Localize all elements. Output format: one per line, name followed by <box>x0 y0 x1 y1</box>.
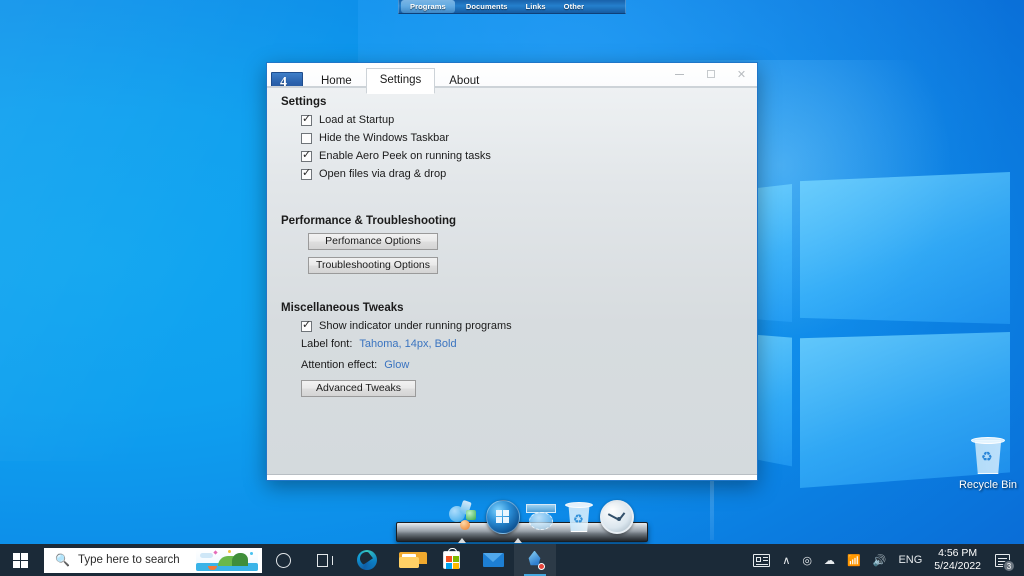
top-dock-bar[interactable]: Programs Documents Links Other <box>398 0 626 14</box>
clock-icon[interactable] <box>600 500 634 534</box>
window-bottom-edge <box>267 474 757 480</box>
label-font-value-link[interactable]: Tahoma, 14px, Bold <box>359 338 456 350</box>
checkbox-row-hide-taskbar[interactable]: Hide the Windows Taskbar <box>301 132 743 144</box>
search-illustration <box>196 549 258 571</box>
taskbar-item-file-explorer[interactable] <box>388 544 430 576</box>
microsoft-store-icon <box>442 548 460 569</box>
checkbox-aero-peek[interactable] <box>301 148 312 162</box>
clock[interactable]: 4:56 PM 5/24/2022 <box>928 547 991 573</box>
mail-icon <box>482 553 504 567</box>
file-explorer-icon <box>399 552 427 568</box>
checkbox-hide-taskbar[interactable] <box>301 132 312 144</box>
taskbar[interactable]: 🔍 Type here to search ∧ ◎ ☁ 📶 🔊 ENG 4:56… <box>0 544 1024 576</box>
cortana-icon <box>275 552 291 568</box>
news-and-interests-icon <box>753 553 771 567</box>
onedrive-icon[interactable]: ☁ <box>818 544 841 576</box>
desktop-icon-recycle-bin[interactable]: ♻ Recycle Bin <box>958 436 1018 491</box>
news-and-interests-button[interactable] <box>747 544 776 576</box>
attention-effect-key: Attention effect: <box>301 359 378 371</box>
recycle-bin-label: Recycle Bin <box>958 479 1018 491</box>
task-view-icon <box>316 553 334 567</box>
windows-logo-icon <box>12 552 28 568</box>
blue-sign-icon[interactable] <box>524 500 558 534</box>
top-dock-tab-other[interactable]: Other <box>555 0 594 13</box>
wifi-icon[interactable]: 📶 <box>841 544 867 576</box>
checkbox-show-indicator[interactable] <box>301 318 312 332</box>
camera-icon[interactable]: ◎ <box>796 544 818 576</box>
recycle-bin-icon: ♻ <box>969 436 1007 476</box>
top-dock-tab-programs[interactable]: Programs <box>401 0 455 13</box>
volume-icon[interactable]: 🔊 <box>867 544 893 576</box>
checkbox-label-aero-peek: Enable Aero Peek on running tasks <box>319 150 491 162</box>
search-placeholder: Type here to search <box>77 554 180 566</box>
advanced-tweaks-button[interactable]: Advanced Tweaks <box>301 380 416 397</box>
app-icon <box>526 550 545 570</box>
dock-indicator <box>458 538 466 543</box>
label-font-key: Label font: <box>301 338 353 350</box>
performance-options-button[interactable]: Perfomance Options <box>308 233 438 250</box>
taskbar-item-app[interactable] <box>514 544 556 576</box>
desktop[interactable]: ♻ Recycle Bin Programs Documents Links O… <box>0 0 1024 576</box>
window-content: Settings Load at Startup Hide the Window… <box>267 87 757 480</box>
checkbox-drag-drop[interactable] <box>301 166 312 180</box>
task-view-button[interactable] <box>304 544 346 576</box>
section-heading-misc: Miscellaneous Tweaks <box>281 302 404 314</box>
system-tray: ∧ ◎ ☁ 📶 🔊 ENG 4:56 PM 5/24/2022 3 <box>747 544 1024 576</box>
close-button[interactable]: ✕ <box>726 63 757 85</box>
dock-recycle-bin-icon[interactable]: ♻ <box>562 500 596 534</box>
tab-settings[interactable]: Settings <box>365 68 436 94</box>
dock-indicator <box>514 538 522 543</box>
maximize-button[interactable] <box>695 63 726 85</box>
clock-time: 4:56 PM <box>938 547 978 559</box>
notification-badge: 3 <box>1003 560 1015 572</box>
taskbar-item-mail[interactable] <box>472 544 514 576</box>
bottom-dock[interactable]: ♻ <box>396 499 648 543</box>
section-heading-settings: Settings <box>281 96 327 108</box>
minimize-button[interactable] <box>664 63 695 85</box>
checkbox-row-show-indicator[interactable]: Show indicator under running programs <box>301 318 743 332</box>
checkbox-row-load-at-startup[interactable]: Load at Startup <box>301 112 743 126</box>
attention-effect-value-link[interactable]: Glow <box>384 359 409 371</box>
top-dock-tab-links[interactable]: Links <box>517 0 555 13</box>
cortana-button[interactable] <box>262 544 304 576</box>
checkbox-label-show-indicator: Show indicator under running programs <box>319 320 512 332</box>
search-icon: 🔍 <box>55 553 70 567</box>
troubleshooting-options-button[interactable]: Troubleshooting Options <box>308 257 438 274</box>
clock-date: 5/24/2022 <box>934 560 981 572</box>
checkbox-row-aero-peek[interactable]: Enable Aero Peek on running tasks <box>301 148 743 162</box>
checkbox-load-at-startup[interactable] <box>301 112 312 126</box>
taskbar-item-edge[interactable] <box>346 544 388 576</box>
edge-icon <box>357 550 377 570</box>
notification-center-button[interactable]: 3 <box>991 544 1020 576</box>
checkbox-label-drag-drop: Open files via drag & drop <box>319 168 447 180</box>
windows-orb-icon[interactable] <box>486 500 520 534</box>
language-indicator[interactable]: ENG <box>892 544 928 576</box>
app-window[interactable]: 4 Home Settings About ✕ Settings ✓ Load … <box>266 62 758 481</box>
attention-effect-row: Attention effect: Glow <box>301 359 743 371</box>
taskbar-item-store[interactable] <box>430 544 472 576</box>
checkbox-label-load-at-startup: Load at Startup <box>319 114 395 126</box>
show-hidden-icons-button[interactable]: ∧ <box>776 544 796 576</box>
shapes-icon[interactable] <box>448 499 482 534</box>
checkbox-row-drag-drop[interactable]: Open files via drag & drop <box>301 166 743 180</box>
section-heading-performance: Performance & Troubleshooting <box>281 215 457 227</box>
window-title-bar[interactable]: 4 Home Settings About ✕ <box>267 63 757 94</box>
label-font-row: Label font: Tahoma, 14px, Bold <box>301 338 743 350</box>
checkbox-label-hide-taskbar: Hide the Windows Taskbar <box>319 132 450 144</box>
window-controls: ✕ <box>664 63 757 85</box>
logo-pane-top-right <box>800 172 1010 324</box>
search-input[interactable]: 🔍 Type here to search <box>44 547 262 573</box>
start-button[interactable] <box>0 544 40 576</box>
top-dock-tab-documents[interactable]: Documents <box>457 0 517 13</box>
